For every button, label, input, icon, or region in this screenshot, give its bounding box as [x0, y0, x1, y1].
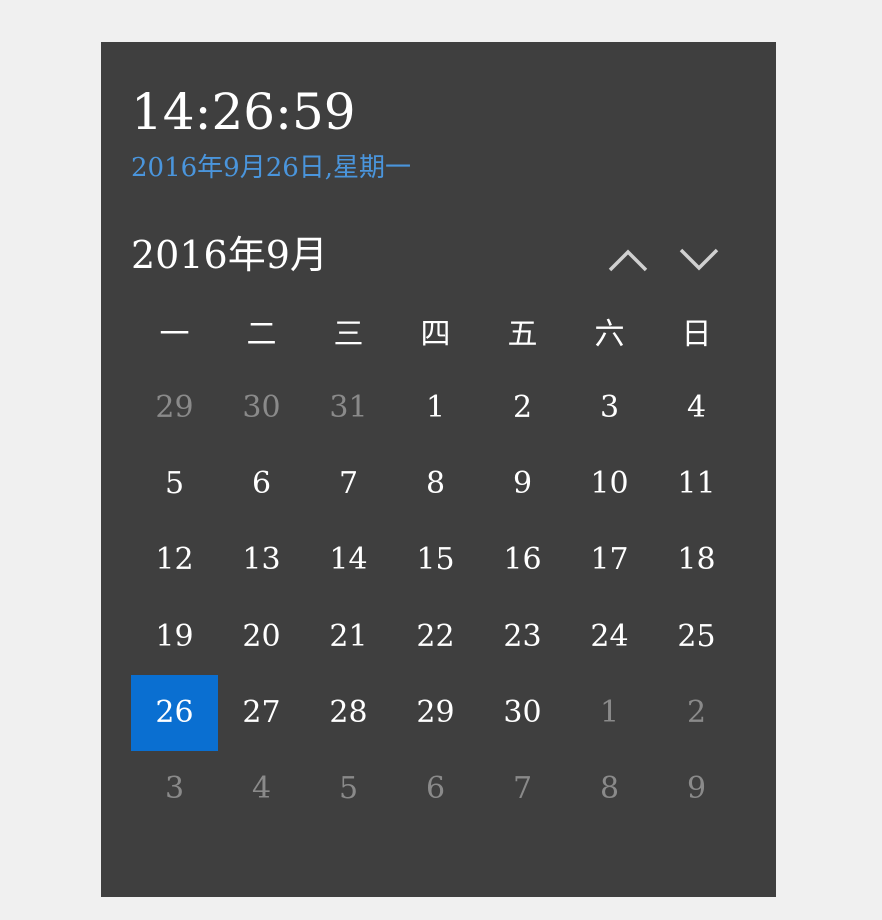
weekday-label: 三: [333, 317, 364, 352]
calendar-day[interactable]: 16: [479, 522, 566, 598]
calendar-day-selected[interactable]: 26: [131, 674, 218, 751]
calendar-day[interactable]: 15: [392, 522, 479, 598]
calendar-day[interactable]: 24: [566, 598, 653, 674]
next-month-button[interactable]: [677, 242, 721, 278]
calendar-day[interactable]: 29: [131, 369, 218, 445]
calendar-day[interactable]: 7: [305, 445, 392, 521]
weekday-label: 日: [681, 317, 712, 352]
chevron-down-icon: [679, 248, 719, 271]
calendar-day[interactable]: 20: [218, 598, 305, 674]
weekday-label: 五: [507, 317, 538, 352]
date-link[interactable]: 2016年9月26日,星期一: [131, 152, 411, 184]
calendar-day[interactable]: 23: [479, 598, 566, 674]
calendar-day[interactable]: 21: [305, 598, 392, 674]
weekday-label: 一: [159, 317, 190, 352]
calendar-day[interactable]: 1: [392, 369, 479, 445]
calendar-day[interactable]: 2: [479, 369, 566, 445]
clock-time: 14:26:59: [131, 83, 356, 141]
calendar-day[interactable]: 13: [218, 522, 305, 598]
calendar-day[interactable]: 5: [131, 445, 218, 521]
calendar-day[interactable]: 9: [653, 751, 740, 827]
calendar-day[interactable]: 17: [566, 522, 653, 598]
calendar-day[interactable]: 28: [305, 675, 392, 751]
calendar-day[interactable]: 14: [305, 522, 392, 598]
calendar-day[interactable]: 2: [653, 675, 740, 751]
calendar-day[interactable]: 3: [566, 369, 653, 445]
calendar-day[interactable]: 4: [218, 751, 305, 827]
weekday-label: 四: [420, 317, 451, 352]
calendar-day[interactable]: 22: [392, 598, 479, 674]
calendar-day[interactable]: 30: [218, 369, 305, 445]
calendar-week-row: 12 13 14 15 16 17 18: [131, 522, 740, 598]
calendar-day[interactable]: 25: [653, 598, 740, 674]
calendar-day[interactable]: 12: [131, 522, 218, 598]
calendar-day[interactable]: 29: [392, 675, 479, 751]
calendar-week-row: 26 27 28 29 30 1 2: [131, 674, 740, 751]
calendar-day[interactable]: 5: [305, 751, 392, 827]
calendar-day[interactable]: 31: [305, 369, 392, 445]
calendar-day[interactable]: 4: [653, 369, 740, 445]
calendar-day[interactable]: 6: [218, 445, 305, 521]
calendar-day[interactable]: 6: [392, 751, 479, 827]
previous-month-button[interactable]: [606, 242, 650, 278]
weekday-label: 六: [594, 317, 625, 352]
weekday-header: 一二三四五六日: [131, 293, 740, 369]
calendar-day[interactable]: 30: [479, 675, 566, 751]
calendar-day[interactable]: 3: [131, 751, 218, 827]
calendar-day[interactable]: 8: [392, 445, 479, 521]
weekday-label: 二: [246, 317, 277, 352]
calendar-day[interactable]: 1: [566, 675, 653, 751]
calendar-day[interactable]: 27: [218, 675, 305, 751]
calendar-day[interactable]: 18: [653, 522, 740, 598]
calendar-week-row: 19 20 21 22 23 24 25: [131, 598, 740, 674]
calendar-week-row: 29 30 31 1 2 3 4: [131, 369, 740, 445]
calendar-day[interactable]: 8: [566, 751, 653, 827]
calendar-day[interactable]: 9: [479, 445, 566, 521]
calendar-day[interactable]: 11: [653, 445, 740, 521]
calendar-week-row: 5 6 7 8 9 10 11: [131, 445, 740, 521]
month-title[interactable]: 2016年9月: [131, 232, 328, 278]
calendar-grid: 一二三四五六日 29 30 31 1 2 3 4 5 6 7 8 9 10 11 12 13 14 15 16 17 1…: [131, 293, 740, 827]
calendar-day[interactable]: 10: [566, 445, 653, 521]
calendar-day[interactable]: 19: [131, 598, 218, 674]
chevron-up-icon: [608, 249, 648, 272]
calendar-week-row: 3456789: [131, 751, 740, 827]
calendar-day[interactable]: 7: [479, 751, 566, 827]
calendar-flyout: 14:26:59 2016年9月26日,星期一 2016年9月 一二三四五六日 …: [101, 42, 776, 897]
